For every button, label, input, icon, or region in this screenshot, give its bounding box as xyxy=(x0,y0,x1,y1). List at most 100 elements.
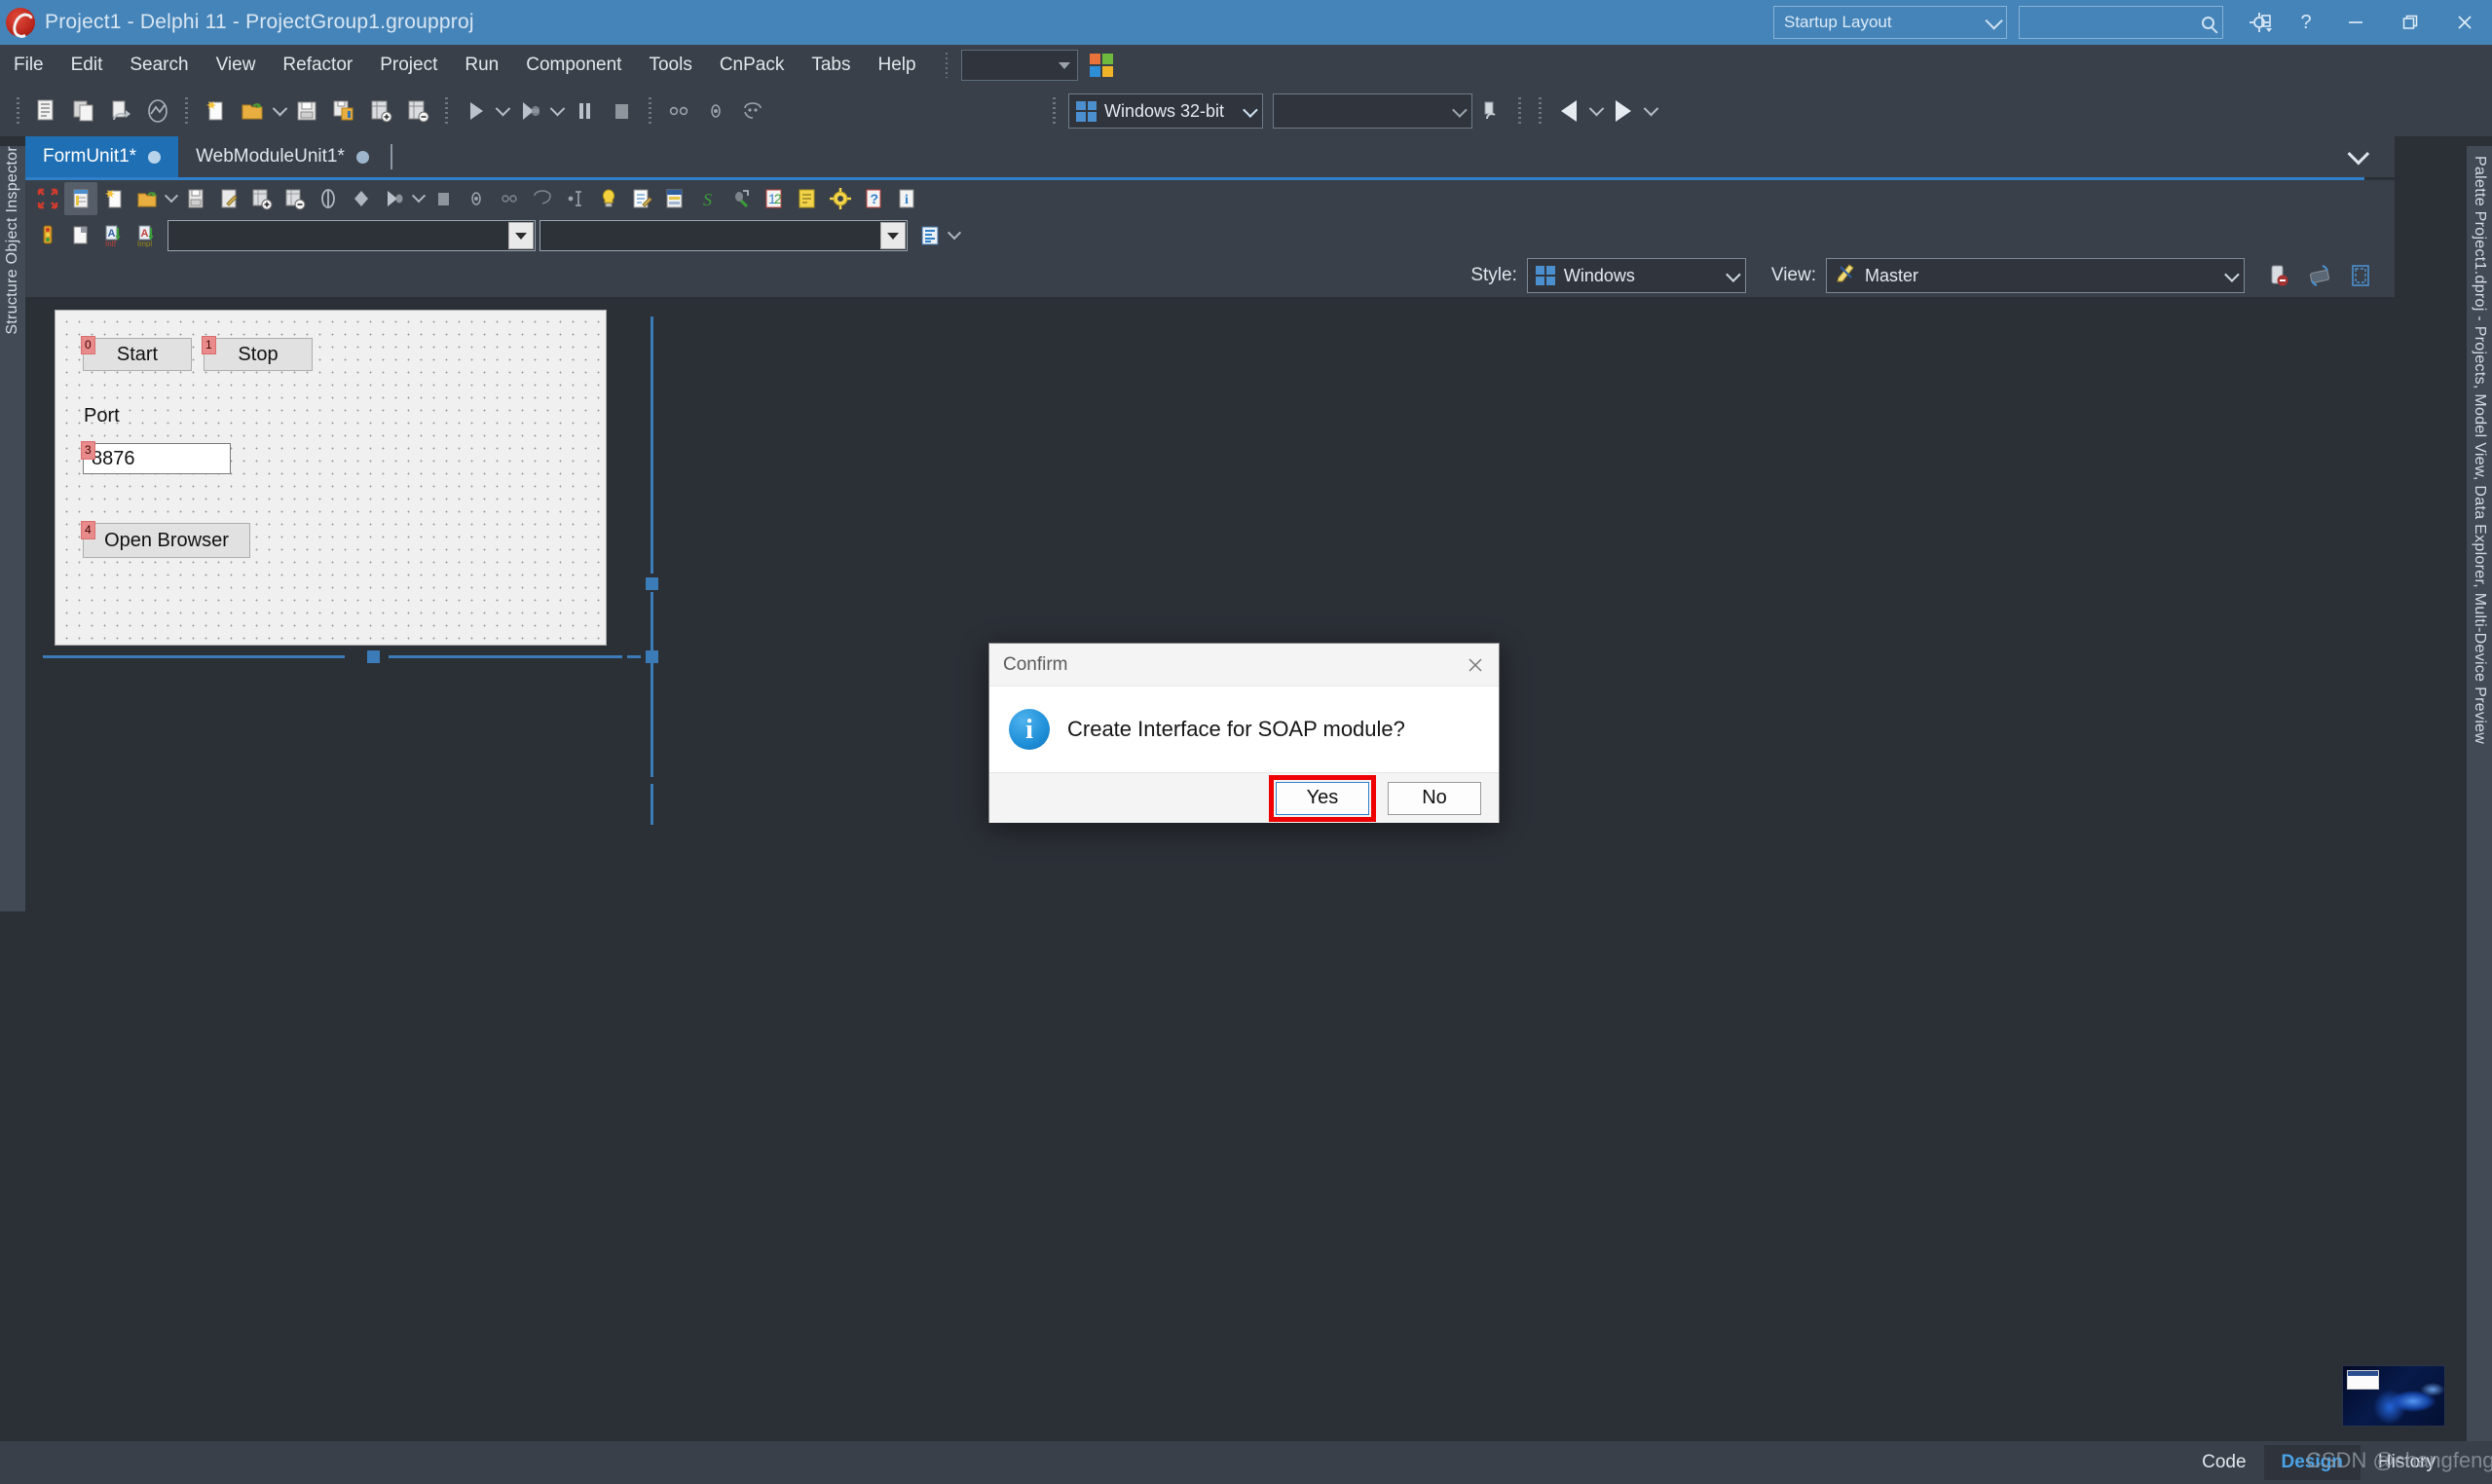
menu-item-file[interactable]: File xyxy=(0,45,57,86)
yes-button[interactable]: Yes xyxy=(1276,781,1369,815)
menu-item-component[interactable]: Component xyxy=(512,45,635,86)
close-icon[interactable] xyxy=(2437,0,2492,45)
save-all-icon[interactable] xyxy=(325,92,362,130)
settings-gear-dropdown-button[interactable] xyxy=(2239,0,2284,45)
menu-item-refactor[interactable]: Refactor xyxy=(269,45,366,86)
refresh-target-icon[interactable] xyxy=(1472,92,1509,130)
rotate-device-icon[interactable] xyxy=(2299,258,2340,293)
form-button-stop[interactable]: Stop xyxy=(204,338,313,371)
toggle-form-unit-icon[interactable] xyxy=(312,182,345,215)
view-unit-icon[interactable] xyxy=(139,92,176,130)
menu-item-cnpack[interactable]: CnPack xyxy=(706,45,799,86)
object-inspector-icon[interactable] xyxy=(64,182,97,215)
step-icon[interactable] xyxy=(460,182,493,215)
left-dock-rail[interactable]: Structure Object Inspector xyxy=(0,146,25,911)
code-template-icon[interactable] xyxy=(791,182,824,215)
member-navigation-combo[interactable] xyxy=(539,220,908,251)
open-form-dropdown-icon[interactable] xyxy=(164,182,179,215)
toolbar-grip[interactable] xyxy=(17,97,19,125)
tab-webmoduleunit1[interactable]: WebModuleUnit1* xyxy=(178,136,387,177)
open-form-icon[interactable] xyxy=(130,182,164,215)
run-debug-dropdown-icon[interactable] xyxy=(411,182,427,215)
confirm-dialog[interactable]: Confirm i Create Interface for SOAP modu… xyxy=(988,643,1500,823)
form-edit-port[interactable]: 8876 xyxy=(83,443,231,474)
minimize-icon[interactable] xyxy=(2328,0,2383,45)
menu-toolbar-combo[interactable] xyxy=(960,50,1078,81)
view-combo[interactable]: Master xyxy=(1826,258,2245,293)
save-as-form-icon[interactable] xyxy=(212,182,245,215)
traffic-light-icon[interactable] xyxy=(31,219,64,252)
select-form-icon[interactable] xyxy=(31,182,64,215)
menu-item-view[interactable]: View xyxy=(203,45,270,86)
open-project-icon[interactable] xyxy=(28,92,65,130)
chevron-down-icon[interactable] xyxy=(2347,142,2370,166)
implementation-nav-icon[interactable]: A Impl xyxy=(130,219,164,252)
evaluate-icon[interactable] xyxy=(526,182,559,215)
pause-icon[interactable] xyxy=(566,92,603,130)
toolbar-grip[interactable] xyxy=(445,97,448,125)
tab-code[interactable]: Code xyxy=(2184,1445,2263,1480)
form-resize-handle-bottom[interactable] xyxy=(367,650,380,663)
tab-formunit1[interactable]: FormUnit1* xyxy=(25,136,179,177)
run-mode-dropdown-icon[interactable] xyxy=(548,92,566,130)
designed-form[interactable]: Start 0 Stop 1 Port 8876 3 Open Browser … xyxy=(55,310,607,646)
step-over-icon[interactable] xyxy=(697,92,734,130)
trace-into-icon[interactable] xyxy=(660,92,697,130)
right-dock-rail[interactable]: Palette Project1.dproj - Projects, Model… xyxy=(2467,146,2492,1441)
edit-list-icon[interactable] xyxy=(625,182,658,215)
toolbar-grip[interactable] xyxy=(1518,97,1521,125)
interface-nav-icon[interactable]: A Intf xyxy=(97,219,130,252)
menu-item-run[interactable]: Run xyxy=(451,45,512,86)
restore-icon[interactable] xyxy=(2383,0,2437,45)
startup-layout-combo[interactable]: Startup Layout xyxy=(1773,6,2007,39)
build-configuration-combo[interactable] xyxy=(1273,93,1472,129)
form-button-start[interactable]: Start xyxy=(83,338,192,371)
align-icon[interactable] xyxy=(345,182,378,215)
windows-wallpaper-thumbnail-icon[interactable] xyxy=(2342,1365,2445,1427)
save-form-icon[interactable] xyxy=(179,182,212,215)
refresh-unit-icon[interactable] xyxy=(102,92,139,130)
form-resize-handle-corner[interactable] xyxy=(646,650,658,663)
navigate-back-icon[interactable] xyxy=(1550,92,1587,130)
save-copy-icon[interactable] xyxy=(65,92,102,130)
form-button-open-browser[interactable]: Open Browser xyxy=(83,523,250,558)
menu-item-search[interactable]: Search xyxy=(116,45,202,86)
toolbar-grip[interactable] xyxy=(1053,97,1056,125)
script-icon[interactable]: S xyxy=(691,182,725,215)
help-question-icon[interactable]: ? xyxy=(2284,0,2328,45)
list-view-icon[interactable] xyxy=(913,219,947,252)
toolbar-grip[interactable] xyxy=(1539,97,1542,125)
info-icon[interactable]: i xyxy=(890,182,923,215)
hint-icon[interactable] xyxy=(592,182,625,215)
navigate-forward-icon[interactable] xyxy=(1605,92,1642,130)
style-combo[interactable]: Windows xyxy=(1526,258,1746,293)
options-gear-icon[interactable] xyxy=(824,182,857,215)
open-file-icon[interactable] xyxy=(234,92,271,130)
run-dropdown-icon[interactable] xyxy=(494,92,511,130)
form-resize-handle-right[interactable] xyxy=(646,577,658,590)
class-navigation-combo[interactable] xyxy=(167,220,536,251)
module-icon[interactable] xyxy=(64,219,97,252)
cursor-icon[interactable] xyxy=(559,182,592,215)
trace-icon[interactable] xyxy=(493,182,526,215)
navigate-back-dropdown-icon[interactable] xyxy=(1587,92,1605,130)
toolbar-grip[interactable] xyxy=(185,97,188,125)
remove-from-project-icon[interactable] xyxy=(279,182,312,215)
remove-file-from-project-icon[interactable] xyxy=(399,92,436,130)
toolbar-grip[interactable] xyxy=(649,97,651,125)
device-frame-icon[interactable] xyxy=(2340,258,2381,293)
menu-item-project[interactable]: Project xyxy=(366,45,451,86)
run-icon[interactable] xyxy=(457,92,494,130)
run-to-cursor-icon[interactable] xyxy=(734,92,771,130)
device-remove-icon[interactable] xyxy=(2258,258,2299,293)
menu-item-help[interactable]: Help xyxy=(865,45,930,86)
no-button[interactable]: No xyxy=(1388,781,1481,815)
form-wizard-icon[interactable] xyxy=(658,182,691,215)
numbering-icon[interactable]: 1 2 xyxy=(758,182,791,215)
new-form-icon[interactable] xyxy=(97,182,130,215)
add-file-to-project-icon[interactable] xyxy=(362,92,399,130)
menu-item-edit[interactable]: Edit xyxy=(57,45,117,86)
new-file-icon[interactable] xyxy=(197,92,234,130)
form-designer-canvas[interactable]: Start 0 Stop 1 Port 8876 3 Open Browser … xyxy=(43,297,2395,1428)
menu-item-tools[interactable]: Tools xyxy=(635,45,705,86)
